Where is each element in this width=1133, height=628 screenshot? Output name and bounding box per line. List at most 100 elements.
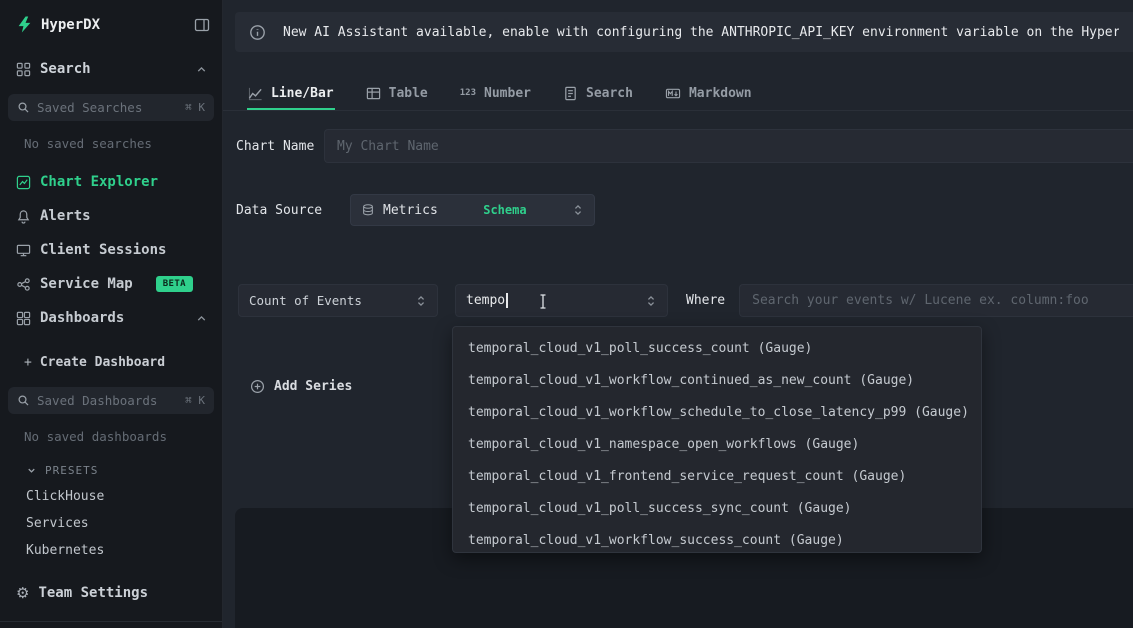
gear-icon: ⚙	[16, 584, 29, 602]
metric-search-input[interactable]: tempo	[455, 284, 668, 317]
saved-searches-input[interactable]	[37, 100, 178, 115]
schema-link[interactable]: Schema	[483, 203, 526, 217]
saved-searches-box[interactable]: ⌘ K	[8, 94, 214, 121]
banner-text: New AI Assistant available, enable with …	[283, 25, 1119, 40]
monitor-icon	[16, 243, 31, 258]
tab-label: Markdown	[689, 86, 752, 101]
grid-icon	[16, 62, 31, 77]
plus-icon: +	[24, 355, 32, 370]
sidebar-item-alerts[interactable]: Alerts	[0, 199, 222, 233]
collapse-sidebar-icon[interactable]	[194, 17, 210, 33]
add-series-button[interactable]: Add Series	[250, 379, 352, 394]
database-icon	[361, 203, 375, 217]
chart-name-row: Chart Name	[236, 129, 1133, 163]
tab-label: Search	[586, 86, 633, 101]
sidebar-item-chart-explorer[interactable]: Chart Explorer	[0, 165, 222, 199]
team-settings-label: Team Settings	[38, 585, 148, 601]
sidebar-item-label: Alerts	[40, 208, 91, 224]
series-row: Count of Events tempo Where	[223, 284, 1133, 317]
tab-markdown[interactable]: Markdown	[664, 78, 753, 110]
create-dashboard-label: Create Dashboard	[40, 355, 165, 370]
dropdown-option[interactable]: temporal_cloud_v1_frontend_service_reque…	[453, 460, 981, 492]
saved-dashboards-input[interactable]	[37, 393, 178, 408]
sidebar-item-label: Dashboards	[40, 310, 124, 326]
dashboard-grid-icon	[16, 311, 31, 326]
dropdown-option[interactable]: temporal_cloud_v1_poll_success_count (Ga…	[453, 332, 981, 364]
sidebar-item-team-settings[interactable]: ⚙ Team Settings	[0, 584, 222, 602]
markdown-icon	[665, 86, 681, 101]
data-source-label: Data Source	[236, 203, 350, 218]
dropdown-option[interactable]: temporal_cloud_v1_workflow_schedule_to_c…	[453, 396, 981, 428]
dropdown-option[interactable]: temporal_cloud_v1_workflow_continued_as_…	[453, 364, 981, 396]
search-icon	[17, 101, 30, 114]
chevron-down-icon	[26, 465, 37, 476]
app-title: HyperDX	[41, 17, 100, 33]
table-icon	[366, 86, 381, 101]
presets-toggle[interactable]: PRESETS	[26, 464, 222, 477]
document-lines-icon	[563, 86, 578, 101]
dropdown-option[interactable]: temporal_cloud_v1_poll_success_sync_coun…	[453, 492, 981, 524]
preset-services[interactable]: Services	[26, 516, 222, 531]
search-icon	[17, 394, 30, 407]
tab-number[interactable]: 123 Number	[459, 78, 532, 110]
create-dashboard-button[interactable]: + Create Dashboard	[24, 355, 222, 370]
sidebar-item-service-map[interactable]: Service Map BETA	[0, 267, 222, 301]
info-icon	[249, 24, 266, 41]
ai-assistant-banner: New AI Assistant available, enable with …	[235, 12, 1133, 52]
sidebar-item-dashboards[interactable]: Dashboards	[0, 301, 222, 335]
sidebar-bottom-divider	[0, 621, 222, 622]
aggregation-value: Count of Events	[249, 293, 362, 308]
aggregation-select[interactable]: Count of Events	[238, 284, 438, 317]
tab-label: Table	[389, 86, 428, 101]
number-123-icon: 123	[460, 88, 476, 98]
preset-clickhouse[interactable]: ClickHouse	[26, 489, 222, 504]
preset-kubernetes[interactable]: Kubernetes	[26, 543, 222, 558]
dropdown-option[interactable]: temporal_cloud_v1_workflow_success_count…	[453, 524, 981, 553]
metric-options-dropdown: temporal_cloud_v1_poll_success_count (Ga…	[452, 326, 982, 553]
bell-icon	[16, 209, 31, 224]
tab-label: Line/Bar	[271, 86, 334, 101]
data-source-select[interactable]: Metrics Schema	[350, 194, 595, 226]
where-input[interactable]	[739, 284, 1133, 317]
service-map-icon	[16, 277, 31, 292]
hyperdx-logo-icon	[16, 16, 33, 33]
chevron-up-icon[interactable]	[195, 63, 208, 76]
beta-badge: BETA	[156, 276, 193, 292]
sidebar-item-label: Client Sessions	[40, 242, 166, 258]
sidebar-item-label: Service Map	[40, 276, 133, 292]
sidebar-item-client-sessions[interactable]: Client Sessions	[0, 233, 222, 267]
data-source-value: Metrics	[383, 203, 438, 218]
hyperdx-logo[interactable]: HyperDX	[16, 16, 100, 33]
tab-line-bar[interactable]: Line/Bar	[247, 78, 335, 110]
search-section-label: Search	[40, 61, 91, 77]
sidebar: HyperDX Search ⌘ K No saved searches Cha…	[0, 0, 223, 628]
saved-dashboards-box[interactable]: ⌘ K	[8, 387, 214, 414]
shortcut-badge: ⌘ K	[185, 101, 205, 114]
sidebar-nav: Chart Explorer Alerts Client Sessions Se…	[0, 165, 222, 335]
tab-table[interactable]: Table	[365, 78, 429, 110]
select-chevrons-icon	[415, 294, 427, 308]
presets-label: PRESETS	[45, 464, 98, 477]
no-saved-searches-text: No saved searches	[24, 136, 222, 151]
shortcut-badge: ⌘ K	[185, 394, 205, 407]
chart-icon	[16, 175, 31, 190]
sidebar-header: HyperDX	[0, 0, 222, 33]
chart-name-label: Chart Name	[236, 139, 324, 154]
sidebar-item-label: Chart Explorer	[40, 174, 158, 190]
text-caret	[506, 293, 508, 308]
select-chevrons-icon	[572, 203, 584, 217]
add-series-label: Add Series	[274, 379, 352, 394]
chart-type-tabs: Line/Bar Table 123 Number Search Markdow…	[223, 78, 1133, 111]
sidebar-item-search[interactable]: Search	[0, 61, 222, 77]
line-chart-icon	[248, 86, 263, 101]
no-saved-dashboards-text: No saved dashboards	[24, 429, 222, 444]
plus-circle-icon	[250, 379, 265, 394]
dropdown-option[interactable]: temporal_cloud_v1_namespace_open_workflo…	[453, 428, 981, 460]
tab-search[interactable]: Search	[562, 78, 634, 110]
data-source-row: Data Source Metrics Schema	[236, 194, 595, 226]
chevron-up-icon[interactable]	[195, 312, 208, 325]
chart-name-input[interactable]	[324, 129, 1133, 163]
tab-label: Number	[484, 86, 531, 101]
metric-typed-text: tempo	[466, 293, 505, 308]
select-chevrons-icon	[645, 294, 657, 308]
